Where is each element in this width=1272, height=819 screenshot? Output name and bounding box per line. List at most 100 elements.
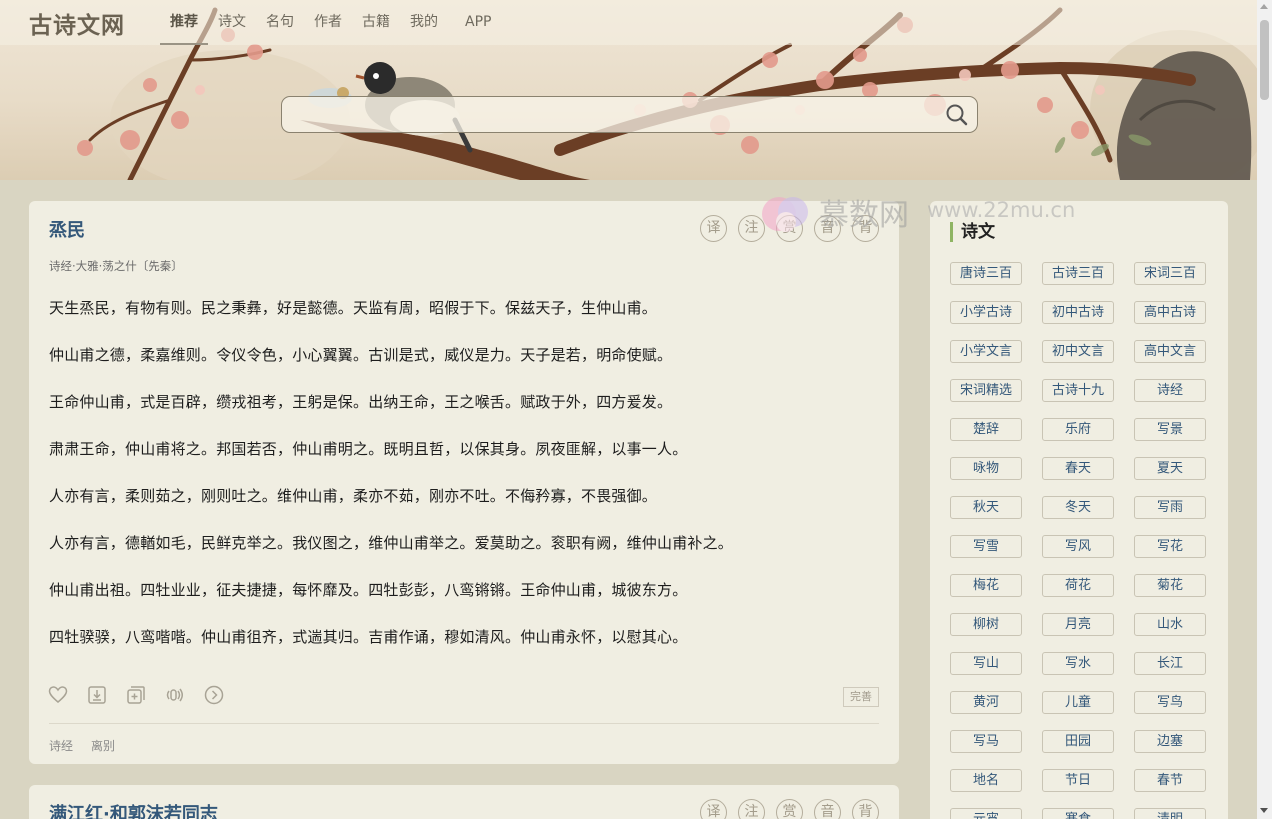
category-link[interactable]: 荷花	[1042, 574, 1114, 597]
category-link[interactable]: 写水	[1042, 652, 1114, 675]
nav-classics[interactable]: 古籍	[352, 0, 400, 45]
nav-poems[interactable]: 诗文	[208, 0, 256, 45]
verse: 人亦有言，柔则茹之，刚则吐之。维仲山甫，柔亦不茹，刚亦不吐。不侮矜寡，不畏强御。	[49, 487, 658, 505]
search-icon[interactable]	[945, 103, 969, 127]
category-link[interactable]: 楚辞	[950, 418, 1022, 441]
poem-toolbar	[48, 685, 224, 705]
verse: 四牡骙骙，八鸾喈喈。仲山甫徂齐，式遄其归。吉甫作诵，穆如清风。仲山甫永怀，以慰其…	[49, 628, 688, 646]
appreciate-button[interactable]: 赏	[776, 799, 803, 819]
category-link[interactable]: 菊花	[1134, 574, 1206, 597]
header-banner: 古诗文网 推荐 诗文 名句 作者 古籍 我的 APP	[0, 0, 1257, 180]
vertical-scrollbar[interactable]	[1257, 0, 1272, 819]
nav-app[interactable]: APP	[455, 0, 501, 45]
category-link[interactable]: 高中古诗	[1134, 301, 1206, 324]
scroll-down-arrow-icon[interactable]	[1260, 808, 1268, 813]
category-link[interactable]: 月亮	[1042, 613, 1114, 636]
recite-button[interactable]: 背	[852, 215, 879, 242]
heart-icon[interactable]	[48, 685, 68, 705]
poem-title[interactable]: 烝民	[49, 216, 85, 242]
category-link[interactable]: 春节	[1134, 769, 1206, 792]
category-link[interactable]: 写马	[950, 730, 1022, 753]
category-link[interactable]: 儿童	[1042, 691, 1114, 714]
category-link[interactable]: 唐诗三百	[950, 262, 1022, 285]
category-link[interactable]: 秋天	[950, 496, 1022, 519]
recite-button[interactable]: 背	[852, 799, 879, 819]
category-link[interactable]: 宋词精选	[950, 379, 1022, 402]
category-link[interactable]: 清明	[1134, 808, 1206, 819]
copy-icon[interactable]	[126, 685, 146, 705]
sidebar-title: 诗文	[950, 222, 995, 242]
nav-authors[interactable]: 作者	[304, 0, 352, 45]
category-link[interactable]: 夏天	[1134, 457, 1206, 480]
category-link[interactable]: 宋词三百	[1134, 262, 1206, 285]
category-link[interactable]: 冬天	[1042, 496, 1114, 519]
nav-famous-lines[interactable]: 名句	[256, 0, 304, 45]
pinyin-button[interactable]: 音	[814, 799, 841, 819]
search-box	[281, 96, 978, 133]
scroll-up-arrow-icon[interactable]	[1260, 4, 1268, 9]
category-link[interactable]: 写花	[1134, 535, 1206, 558]
chevron-right-circle-icon[interactable]	[204, 685, 224, 705]
category-link[interactable]: 写雪	[950, 535, 1022, 558]
verse: 仲山甫出祖。四牡业业，征夫捷捷，每怀靡及。四牡彭彭，八鸾锵锵。王命仲山甫，城彼东…	[49, 581, 688, 599]
category-link[interactable]: 写风	[1042, 535, 1114, 558]
poem-source[interactable]: 诗经·大雅·荡之什〔先秦〕	[49, 258, 183, 274]
category-link[interactable]: 写雨	[1134, 496, 1206, 519]
download-icon[interactable]	[87, 685, 107, 705]
main-nav: 推荐 诗文 名句 作者 古籍 我的 APP	[160, 0, 501, 45]
category-link[interactable]: 长江	[1134, 652, 1206, 675]
annotate-button[interactable]: 注	[738, 215, 765, 242]
improve-button[interactable]: 完善	[843, 687, 879, 707]
category-link[interactable]: 梅花	[950, 574, 1022, 597]
category-link[interactable]: 初中文言	[1042, 340, 1114, 363]
category-link[interactable]: 黄河	[950, 691, 1022, 714]
poem-card: 烝民 译 注 赏 音 背 诗经·大雅·荡之什〔先秦〕 天生烝民，有物有则。民之秉…	[29, 201, 899, 764]
scroll-thumb[interactable]	[1260, 20, 1269, 100]
search-input[interactable]	[294, 103, 934, 127]
poem-title[interactable]: 满江红·和郭沫若同志	[49, 800, 218, 819]
category-sidebar: 诗文 唐诗三百 古诗三百 宋词三百小学古诗 初中古诗 高中古诗小学文言 初中文言 高中文言宋…	[930, 201, 1228, 819]
poem-tags: 诗经 离别	[49, 737, 115, 754]
category-link[interactable]: 小学文言	[950, 340, 1022, 363]
category-link[interactable]: 古诗十九	[1042, 379, 1114, 402]
category-link[interactable]: 春天	[1042, 457, 1114, 480]
category-link[interactable]: 初中古诗	[1042, 301, 1114, 324]
category-link[interactable]: 节日	[1042, 769, 1114, 792]
poem-body: 天生烝民，有物有则。民之秉彝，好是懿德。天监有周，昭假于下。保兹天子，生仲山甫。…	[49, 296, 889, 672]
category-link[interactable]: 咏物	[950, 457, 1022, 480]
category-link[interactable]: 写景	[1134, 418, 1206, 441]
category-link[interactable]: 小学古诗	[950, 301, 1022, 324]
poem-actions: 译 注 赏 音 背	[700, 799, 879, 819]
category-link[interactable]: 写鸟	[1134, 691, 1206, 714]
category-link[interactable]: 寒食	[1042, 808, 1114, 819]
category-link[interactable]: 地名	[950, 769, 1022, 792]
tag-link[interactable]: 诗经	[49, 737, 73, 754]
category-link[interactable]: 元宵	[950, 808, 1022, 819]
tag-link[interactable]: 离别	[91, 737, 115, 754]
translate-button[interactable]: 译	[700, 799, 727, 819]
pinyin-button[interactable]: 音	[814, 215, 841, 242]
poem-card: 满江红·和郭沫若同志 译 注 赏 音 背	[29, 785, 899, 819]
category-link[interactable]: 田园	[1042, 730, 1114, 753]
category-link[interactable]: 柳树	[950, 613, 1022, 636]
category-link[interactable]: 写山	[950, 652, 1022, 675]
verse: 人亦有言，德輶如毛，民鲜克举之。我仪图之，维仲山甫举之。爱莫助之。衮职有阙，维仲…	[49, 534, 734, 552]
appreciate-button[interactable]: 赏	[776, 215, 803, 242]
category-link[interactable]: 边塞	[1134, 730, 1206, 753]
category-link[interactable]: 高中文言	[1134, 340, 1206, 363]
annotate-button[interactable]: 注	[738, 799, 765, 819]
translate-button[interactable]: 译	[700, 215, 727, 242]
category-link[interactable]: 诗经	[1134, 379, 1206, 402]
nav-recommend[interactable]: 推荐	[160, 0, 208, 45]
category-link[interactable]: 山水	[1134, 613, 1206, 636]
verse: 肃肃王命，仲山甫将之。邦国若否，仲山甫明之。既明且哲，以保其身。夙夜匪解，以事一…	[49, 440, 688, 458]
verse: 仲山甫之德，柔嘉维则。令仪令色，小心翼翼。古训是式，威仪是力。天子是若，明命使赋…	[49, 346, 673, 364]
category-link[interactable]: 古诗三百	[1042, 262, 1114, 285]
site-logo[interactable]: 古诗文网	[29, 6, 125, 40]
card-divider	[49, 723, 879, 724]
poem-actions: 译 注 赏 音 背	[700, 215, 879, 242]
verse: 天生烝民，有物有则。民之秉彝，好是懿德。天监有周，昭假于下。保兹天子，生仲山甫。	[49, 299, 658, 317]
nav-mine[interactable]: 我的	[400, 0, 448, 45]
audio-icon[interactable]	[165, 685, 185, 705]
category-link[interactable]: 乐府	[1042, 418, 1114, 441]
